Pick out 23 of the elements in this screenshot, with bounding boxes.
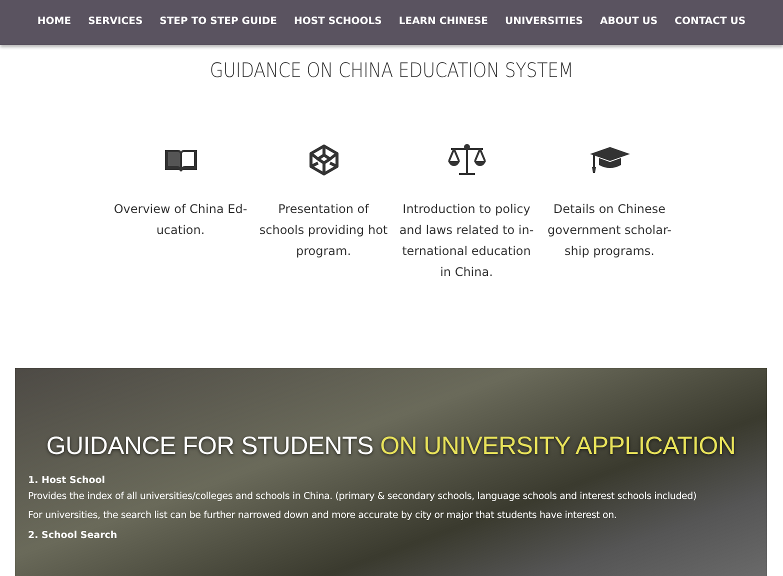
nav-link[interactable]: HOST SCHOOLS <box>285 16 390 26</box>
section-heading: 1. Host School <box>28 475 106 486</box>
balance-scale-icon <box>448 144 486 176</box>
section-title: GUIDANCE ON CHINA EDUCATION SYSTEM <box>208 58 574 82</box>
banner-title: GUIDANCE FOR STUDENTS <box>46 432 374 460</box>
nav-link[interactable]: UNIVERSITIES <box>496 16 592 26</box>
nav-link[interactable]: SERVICES <box>80 16 152 26</box>
feature-description: Details on Chinese government scholar- ship programs. <box>548 201 672 260</box>
nav-link[interactable]: LEARN CHINESE <box>390 16 497 26</box>
section-heading: 2. School Search <box>28 530 118 541</box>
section-paragraph: Provides the index of all universities/colleges and schools in China. (primary & secondary schools, language schools and interest schools included) <box>28 490 698 503</box>
feature-description: Presentation of schools providing hot program. <box>259 201 388 260</box>
book-icon <box>164 148 198 172</box>
feature-description: Introduction to policy and laws related to in- ternational education in China. <box>399 201 534 281</box>
section-paragraph: For universities, the search list can be further narrowed down and more accurate by city or major that students have interest on. <box>28 509 618 522</box>
feature-description: Overview of China Ed- ucation. <box>114 201 248 239</box>
nav-link[interactable]: STEP TO STEP GUIDE <box>151 16 286 26</box>
nav-link[interactable]: ABOUT US <box>592 16 666 26</box>
nav-link[interactable]: HOME <box>28 16 80 26</box>
cube-icon <box>308 144 338 176</box>
nav-link[interactable]: CONTACT US <box>666 16 754 26</box>
banner-title-highlight: ON UNIVERSITY APPLICATION <box>380 432 736 460</box>
graduation-cap-icon <box>590 146 630 174</box>
